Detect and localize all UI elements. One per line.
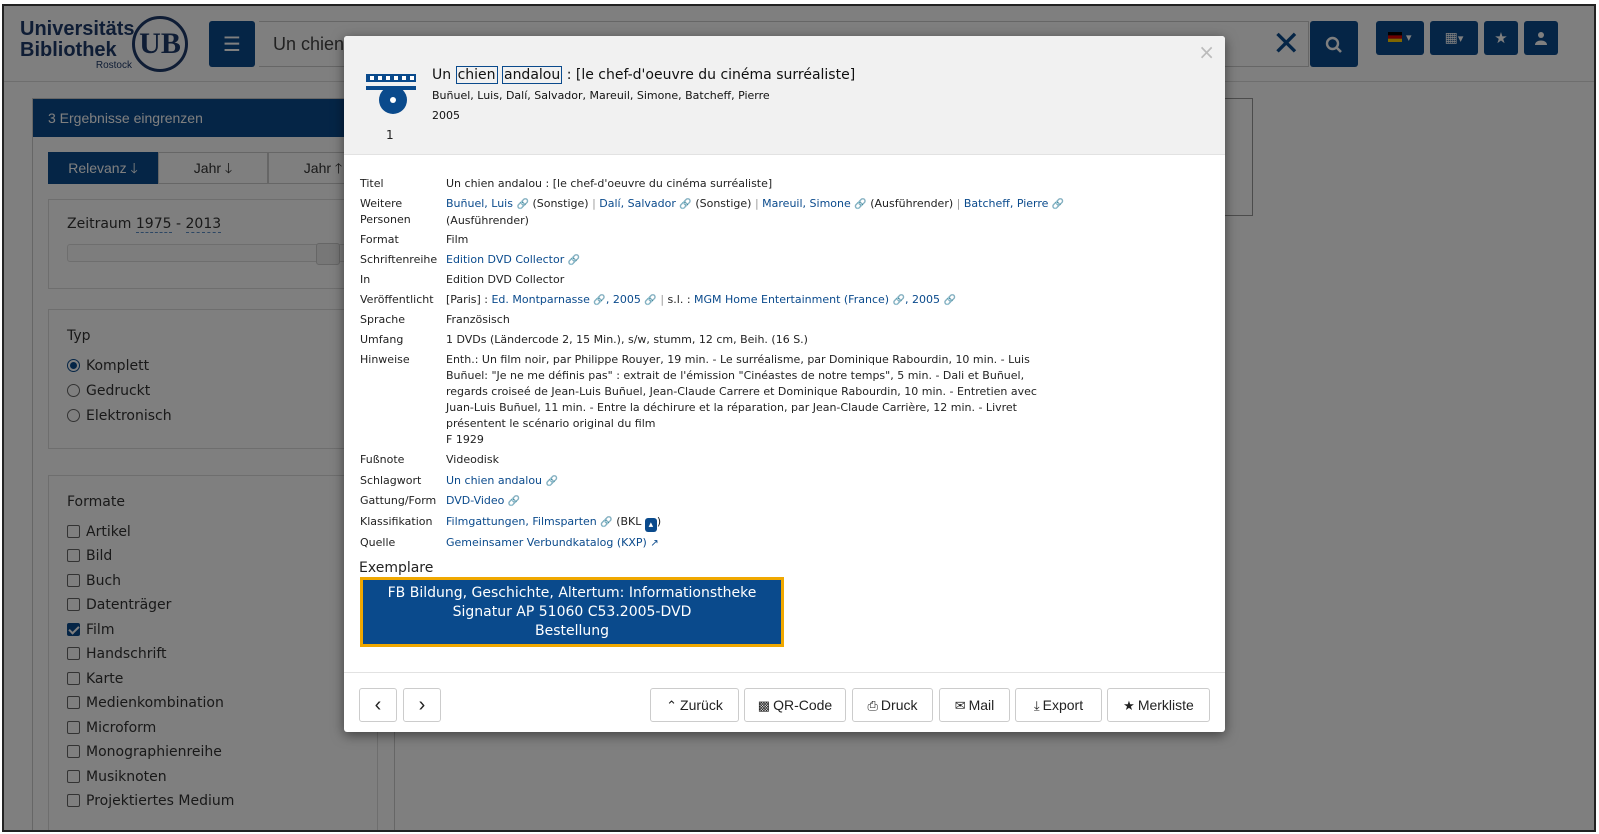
next-record-button[interactable]: › [403,688,441,722]
year-link[interactable]: 2005 [912,293,940,306]
exemplar-order-button[interactable]: FB Bildung, Geschichte, Altertum: Inform… [360,577,784,647]
dvd-video-icon [366,74,416,114]
modal-footer-divider [344,672,1225,673]
search-highlight: chien [455,66,498,84]
star-icon: ★ [1123,698,1135,713]
qrcode-icon: ▩ [757,698,771,713]
link-icon[interactable]: 🔗 [593,295,605,306]
source-link[interactable]: Gemeinsamer Verbundkatalog (KXP) [446,536,647,549]
person-link[interactable]: Buñuel, Luis [446,197,513,210]
classification-link[interactable]: Filmgattungen, Filmsparten [446,515,597,528]
link-icon[interactable]: 🔗 [568,255,580,266]
chevron-left-icon: ‹ [374,694,382,716]
browser-frame: Universitäts Bibliothek Rostock UB ☰ Un … [2,4,1596,832]
link-icon[interactable]: 🔗 [546,476,558,487]
download-icon: ⤓ [1033,698,1040,713]
series-link[interactable]: Edition DVD Collector [446,253,564,266]
close-icon[interactable]: × [1198,42,1215,62]
publisher-link[interactable]: MGM Home Entertainment (France) [694,293,889,306]
external-link-icon[interactable]: ↗ [650,538,658,549]
link-icon[interactable]: 🔗 [644,295,656,306]
prev-record-button[interactable]: ‹ [359,688,397,722]
modal-header: × 1 Un chien andalou : [le chef-d'oeuvre… [344,36,1225,155]
back-button[interactable]: ⌃ Zurück [650,688,739,722]
expand-up-icon[interactable]: ▴ [644,518,657,532]
link-icon[interactable]: 🔗 [1052,199,1064,210]
search-highlight: andalou [501,66,563,84]
record-year: 2005 [432,109,460,122]
subject-link[interactable]: Un chien andalou [446,474,542,487]
envelope-icon: ✉ [954,698,966,713]
record-number: 1 [386,128,394,142]
year-link[interactable]: 2005 [613,293,641,306]
chevron-up-icon: ⌃ [666,698,678,713]
qr-code-button[interactable]: ▩ QR-Code [744,688,846,722]
print-icon: ⎙ [867,698,878,713]
record-authors: Buñuel, Luis, Dalí, Salvador, Mareuil, S… [432,89,770,102]
link-icon[interactable]: 🔗 [508,496,520,507]
link-icon[interactable]: 🔗 [679,199,691,210]
person-link[interactable]: Dalí, Salvador [599,197,676,210]
record-detail-modal: × 1 Un chien andalou : [le chef-d'oeuvre… [344,36,1225,732]
link-icon[interactable]: 🔗 [944,295,956,306]
link-icon[interactable]: 🔗 [854,199,866,210]
genre-link[interactable]: DVD-Video [446,494,504,507]
print-button[interactable]: ⎙ Druck [852,688,933,722]
person-link[interactable]: Mareuil, Simone [762,197,851,210]
merkliste-button[interactable]: ★ Merkliste [1107,688,1210,722]
export-button[interactable]: ⤓ Export [1015,688,1102,722]
record-title: Un chien andalou : [le chef-d'oeuvre du … [432,66,856,84]
link-icon[interactable]: 🔗 [516,199,528,210]
publisher-link[interactable]: Ed. Montparnasse [491,293,589,306]
link-icon[interactable]: 🔗 [893,295,905,306]
chevron-right-icon: › [418,694,426,716]
exemplare-title: Exemplare [359,560,434,576]
link-icon[interactable]: 🔗 [600,517,612,528]
person-link[interactable]: Batcheff, Pierre [964,197,1049,210]
mail-button[interactable]: ✉ Mail [939,688,1010,722]
